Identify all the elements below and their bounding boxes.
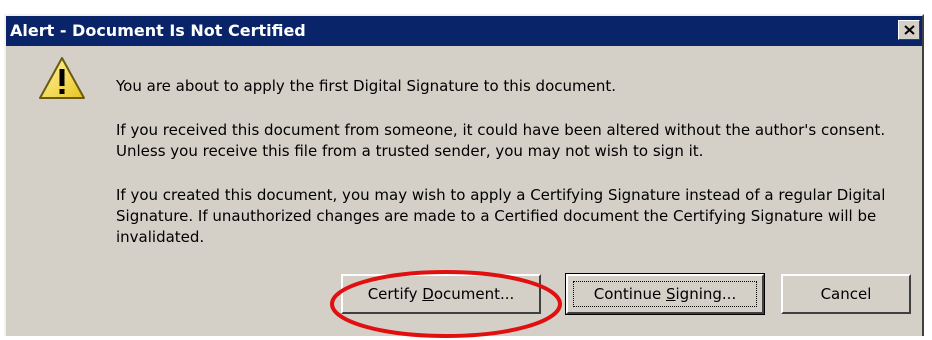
message-altered-warning: If you received this document from someo… bbox=[116, 121, 886, 160]
message-certify-suggestion: If you created this document, you may wi… bbox=[116, 186, 886, 246]
close-icon bbox=[904, 25, 915, 35]
dialog-title: Alert - Document Is Not Certified bbox=[10, 21, 306, 40]
certify-label-mnemonic: D bbox=[422, 285, 434, 303]
focus-rectangle: Continue Signing... bbox=[573, 281, 757, 307]
cancel-button[interactable]: Cancel bbox=[781, 274, 911, 314]
certify-document-button[interactable]: Certify Document... bbox=[341, 274, 541, 314]
close-button[interactable] bbox=[898, 20, 920, 40]
message-first-signature: You are about to apply the first Digital… bbox=[116, 77, 616, 95]
continue-label-pre: Continue bbox=[593, 285, 666, 303]
alert-dialog: Alert - Document Is Not Certified You ar… bbox=[4, 14, 924, 338]
certify-label-post: ocument... bbox=[433, 285, 515, 303]
warning-icon bbox=[39, 57, 85, 99]
certify-label-pre: Certify bbox=[367, 285, 423, 303]
title-bar[interactable]: Alert - Document Is Not Certified bbox=[6, 16, 922, 46]
continue-signing-button[interactable]: Continue Signing... bbox=[565, 273, 765, 315]
continue-label-mnemonic: S bbox=[665, 285, 676, 303]
continue-label-post: igning... bbox=[675, 285, 737, 303]
